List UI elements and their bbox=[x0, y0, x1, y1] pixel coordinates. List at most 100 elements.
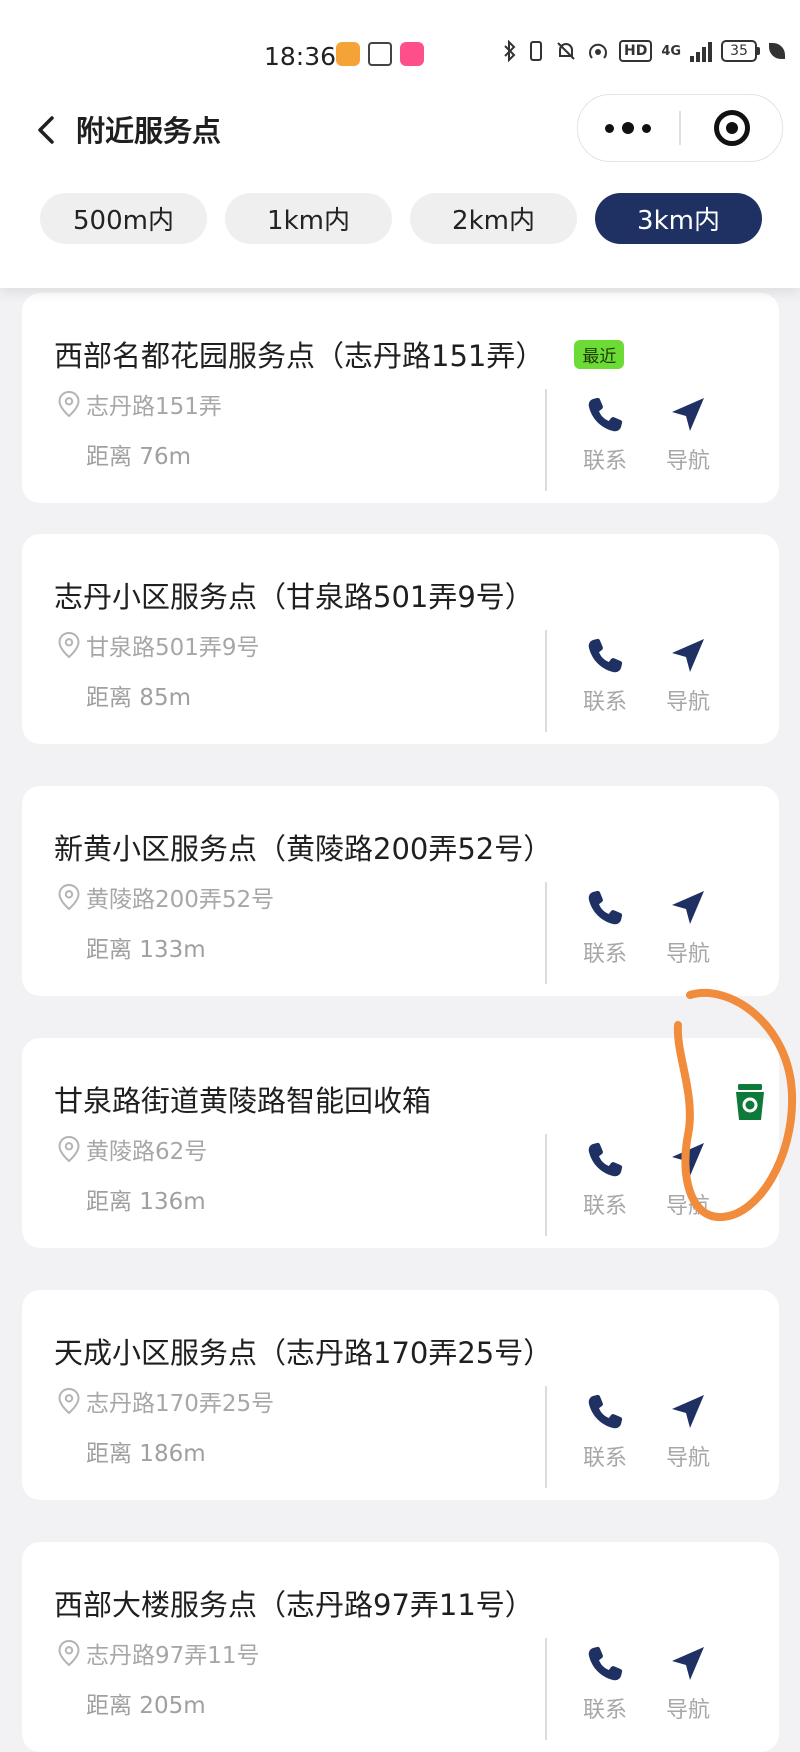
nearest-badge: 最近 bbox=[574, 339, 625, 369]
status-app-icons bbox=[336, 42, 424, 66]
service-point-distance: 距离 85m bbox=[86, 685, 191, 711]
location-pin-icon bbox=[58, 1135, 80, 1163]
contact-label: 联系 bbox=[582, 449, 627, 474]
location-pin-icon bbox=[58, 1639, 80, 1667]
service-point-card[interactable]: 新黄小区服务点（黄陵路200弄52号） 黄陵路200弄52号 距离 133m 联系 导航 bbox=[22, 786, 779, 996]
service-point-distance: 距离 205m bbox=[86, 1693, 206, 1719]
navigate-button[interactable]: 导航 bbox=[653, 1138, 723, 1220]
service-point-name: 新黄小区服务点（黄陵路200弄52号） bbox=[54, 826, 552, 868]
card-divider bbox=[545, 389, 547, 491]
service-point-name-text: 志丹小区服务点（甘泉路501弄9号） bbox=[54, 580, 534, 614]
app-notification-icon bbox=[336, 42, 360, 66]
phone-icon bbox=[588, 890, 623, 925]
address-text: 黄陵路62号 bbox=[86, 1139, 208, 1165]
contact-button[interactable]: 联系 bbox=[570, 1642, 640, 1724]
navigation-arrow-icon bbox=[672, 1647, 704, 1680]
phone-icon bbox=[588, 638, 623, 673]
navigate-button[interactable]: 导航 bbox=[653, 393, 723, 475]
service-point-name: 西部名都花园服务点（志丹路151弄） 最近 bbox=[54, 333, 625, 375]
address-text: 黄陵路200弄52号 bbox=[86, 887, 275, 913]
service-point-name: 西部大楼服务点（志丹路97弄11号） bbox=[54, 1582, 534, 1624]
address-text: 志丹路151弄 bbox=[86, 394, 222, 420]
contact-label: 联系 bbox=[582, 942, 627, 967]
filter-chip[interactable]: 2km内 bbox=[410, 193, 577, 244]
more-button[interactable] bbox=[578, 95, 678, 161]
status-bar: 18:36 HD 4G 35 bbox=[0, 28, 800, 80]
vibrate-icon bbox=[530, 41, 542, 61]
location-pin-icon bbox=[58, 390, 80, 418]
contact-label: 联系 bbox=[582, 1194, 627, 1219]
navigate-button[interactable]: 导航 bbox=[653, 634, 723, 716]
contact-button[interactable]: 联系 bbox=[570, 1138, 640, 1220]
navigate-label: 导航 bbox=[665, 1698, 710, 1723]
target-close-icon bbox=[714, 110, 750, 146]
service-point-card[interactable]: 甘泉路街道黄陵路智能回收箱黄陵路62号 距离 136m 联系 导航 bbox=[22, 1038, 779, 1248]
back-button[interactable] bbox=[28, 110, 68, 150]
navigate-button[interactable]: 导航 bbox=[653, 1642, 723, 1724]
service-point-distance: 距离 186m bbox=[86, 1441, 206, 1467]
battery-level: 35 bbox=[721, 40, 758, 62]
phone-icon bbox=[588, 1646, 623, 1681]
nav-bar: 附近服务点 bbox=[0, 88, 800, 172]
leaf-icon bbox=[769, 43, 786, 59]
mute-icon bbox=[557, 42, 575, 60]
navigate-button[interactable]: 导航 bbox=[653, 886, 723, 968]
card-divider bbox=[545, 882, 547, 984]
filter-chip[interactable]: 500m内 bbox=[40, 193, 207, 244]
navigation-arrow-icon bbox=[672, 891, 704, 924]
service-point-name-text: 西部名都花园服务点（志丹路151弄） bbox=[54, 339, 545, 373]
service-point-address: 黄陵路62号 bbox=[56, 1132, 207, 1166]
navigate-label: 导航 bbox=[665, 1446, 710, 1471]
service-point-card[interactable]: 西部名都花园服务点（志丹路151弄） 最近 志丹路151弄 距离 76m 联系 导航 bbox=[22, 293, 779, 503]
signal-icon bbox=[690, 40, 713, 62]
service-point-name-text: 甘泉路街道黄陵路智能回收箱 bbox=[54, 1084, 432, 1118]
location-pin-icon bbox=[58, 883, 80, 911]
status-time: 18:36 bbox=[264, 42, 337, 71]
location-pin-icon bbox=[58, 1387, 80, 1415]
navigate-label: 导航 bbox=[665, 449, 710, 474]
phone-icon bbox=[588, 1142, 623, 1177]
navigate-label: 导航 bbox=[665, 1194, 710, 1219]
contact-button[interactable]: 联系 bbox=[570, 634, 640, 716]
address-text: 志丹路97弄11号 bbox=[86, 1643, 260, 1669]
navigate-label: 导航 bbox=[665, 690, 710, 715]
network-type: 4G bbox=[661, 43, 682, 59]
contact-button[interactable]: 联系 bbox=[570, 1390, 640, 1472]
navigation-arrow-icon bbox=[672, 1143, 704, 1176]
service-point-name-text: 新黄小区服务点（黄陵路200弄52号） bbox=[54, 832, 553, 866]
card-divider bbox=[545, 1386, 547, 1488]
service-point-address: 志丹路151弄 bbox=[56, 387, 222, 421]
service-point-name-text: 天成小区服务点（志丹路170弄25号） bbox=[54, 1336, 553, 1370]
filter-chip[interactable]: 1km内 bbox=[225, 193, 392, 244]
service-point-card[interactable]: 天成小区服务点（志丹路170弄25号） 志丹路170弄25号 距离 186m 联系 导航 bbox=[22, 1290, 779, 1500]
bluetooth-icon bbox=[504, 40, 516, 62]
contact-button[interactable]: 联系 bbox=[570, 886, 640, 968]
navigate-button[interactable]: 导航 bbox=[653, 1390, 723, 1472]
capsule-divider bbox=[679, 111, 681, 145]
app-notification-icon bbox=[400, 42, 424, 66]
close-miniprogram-button[interactable] bbox=[682, 95, 782, 161]
service-point-name-text: 西部大楼服务点（志丹路97弄11号） bbox=[54, 1588, 534, 1622]
more-dots-icon bbox=[601, 122, 655, 134]
filter-chip[interactable]: 3km内 bbox=[595, 193, 762, 244]
service-point-distance: 距离 133m bbox=[86, 937, 206, 963]
service-point-address: 黄陵路200弄52号 bbox=[56, 880, 274, 914]
battery-icon: 35 bbox=[721, 40, 761, 62]
service-point-name: 天成小区服务点（志丹路170弄25号） bbox=[54, 1330, 552, 1372]
service-point-address: 甘泉路501弄9号 bbox=[56, 628, 260, 662]
navigation-arrow-icon bbox=[672, 1395, 704, 1428]
phone-icon bbox=[588, 1394, 623, 1429]
app-notification-icon bbox=[368, 42, 392, 66]
mini-program-capsule bbox=[577, 94, 783, 162]
contact-button[interactable]: 联系 bbox=[570, 393, 640, 475]
card-divider bbox=[545, 1134, 547, 1236]
card-divider bbox=[545, 630, 547, 732]
navigation-arrow-icon bbox=[672, 398, 704, 431]
distance-filter-group: 500m内 1km内 2km内 3km内 bbox=[40, 193, 762, 244]
contact-label: 联系 bbox=[582, 690, 627, 715]
page-title: 附近服务点 bbox=[76, 114, 222, 148]
service-point-card[interactable]: 志丹小区服务点（甘泉路501弄9号） 甘泉路501弄9号距离 85m 联系 导航 bbox=[22, 534, 779, 744]
service-point-card[interactable]: 西部大楼服务点（志丹路97弄11号） 志丹路97弄11号 距离 205m 联系 导航 bbox=[22, 1542, 779, 1752]
navigate-label: 导航 bbox=[665, 942, 710, 967]
service-point-distance: 距离 136m bbox=[86, 1189, 206, 1215]
